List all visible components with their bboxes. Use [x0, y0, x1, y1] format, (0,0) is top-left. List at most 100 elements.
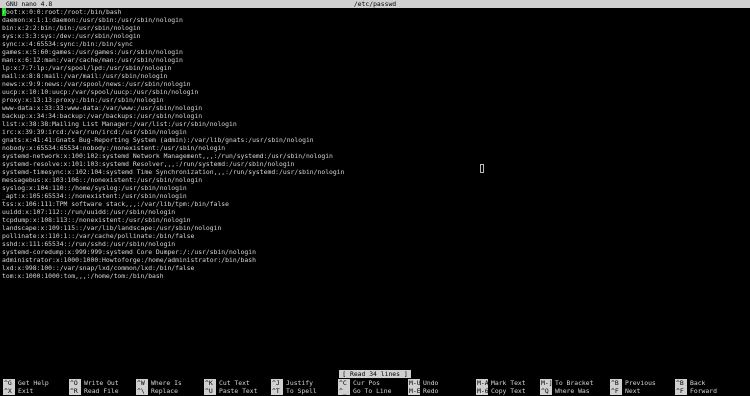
- shortcut-key: ^W: [136, 379, 148, 387]
- shortcut-cut-text[interactable]: ^K Cut Text: [204, 379, 250, 387]
- shortcut-paste-text[interactable]: ^U Paste Text: [204, 387, 257, 395]
- text-line[interactable]: man:x:6:12:man:/var/cache/man:/usr/sbin/…: [2, 56, 748, 64]
- shortcut-label: Where Is: [151, 379, 182, 387]
- text-line[interactable]: tom:x:1000:1000:tom,,,:/home/tom:/bin/ba…: [2, 272, 748, 280]
- editor-text-area[interactable]: root:x:0:0:root:/root:/bin/bash daemon:x…: [2, 8, 748, 280]
- shortcut-label: Forward: [690, 387, 717, 395]
- shortcut-key: M-6: [476, 387, 489, 395]
- ibeam-cursor-icon: [480, 164, 484, 173]
- shortcut-key: M-E: [408, 387, 421, 395]
- shortcut-label: Next: [625, 387, 641, 395]
- shortcut-key: ^X: [3, 387, 15, 395]
- shortcut-justify[interactable]: ^J Justify: [271, 379, 313, 387]
- shortcut-key: ^F: [675, 387, 687, 395]
- shortcut-previous[interactable]: ^B Previous: [610, 379, 656, 387]
- text-line[interactable]: games:x:5:60:games:/usr/games:/usr/sbin/…: [2, 48, 748, 56]
- text-line[interactable]: gnats:x:41:41:Gnats Bug-Reporting System…: [2, 136, 748, 144]
- shortcut-forward[interactable]: ^F Forward: [675, 387, 717, 395]
- shortcut-label: Get Help: [18, 379, 49, 387]
- shortcut-go-to-line[interactable]: ^_ Go To Line: [338, 387, 391, 395]
- shortcut-to-bracket[interactable]: M-] To Bracket: [540, 379, 593, 387]
- shortcut-get-help[interactable]: ^G Get Help: [3, 379, 49, 387]
- shortcut-next[interactable]: ^F Next: [610, 387, 640, 395]
- text-line[interactable]: syslog:x:104:110::/home/syslog:/usr/sbin…: [2, 184, 748, 192]
- shortcut-key: ^B: [610, 379, 622, 387]
- text-line[interactable]: sys:x:3:3:sys:/dev:/usr/sbin/nologin: [2, 32, 748, 40]
- shortcut-key: ^R: [69, 387, 81, 395]
- text-line[interactable]: pollinate:x:110:1::/var/cache/pollinate:…: [2, 232, 748, 240]
- text-line[interactable]: uuidd:x:107:112::/run/uuidd:/usr/sbin/no…: [2, 208, 748, 216]
- shortcut-key: ^_: [338, 387, 350, 395]
- text-line-content: oot:x:0:0:root:/root:/bin/bash: [6, 8, 122, 16]
- shortcut-label: Cut Text: [219, 379, 250, 387]
- shortcut-mark-text[interactable]: M-A Mark Text: [476, 379, 526, 387]
- text-line[interactable]: news:x:9:9:news:/var/spool/news:/usr/sbi…: [2, 80, 748, 88]
- file-name: /etc/passwd: [353, 0, 397, 8]
- text-line[interactable]: lp:x:7:7:lp:/var/spool/lpd:/usr/sbin/nol…: [2, 64, 748, 72]
- text-line[interactable]: systemd-timesync:x:102:104:systemd Time …: [2, 168, 748, 176]
- title-bar: GNU nano 4.8 /etc/passwd: [0, 0, 750, 8]
- text-line[interactable]: _apt:x:105:65534::/nonexistent:/usr/sbin…: [2, 192, 748, 200]
- text-line[interactable]: daemon:x:1:1:daemon:/usr/sbin:/usr/sbin/…: [2, 16, 748, 24]
- shortcut-label: Write Out: [84, 379, 119, 387]
- shortcut-key: ^G: [3, 379, 15, 387]
- text-line[interactable]: irc:x:39:39:ircd:/var/run/ircd:/usr/sbin…: [2, 128, 748, 136]
- shortcut-redo[interactable]: M-E Redo: [408, 387, 438, 395]
- text-line[interactable]: systemd-network:x:100:102:systemd Networ…: [2, 152, 748, 160]
- text-line[interactable]: uucp:x:10:10:uucp:/var/spool/uucp:/usr/s…: [2, 88, 748, 96]
- shortcut-exit[interactable]: ^X Exit: [3, 387, 33, 395]
- text-line[interactable]: administrator:x:1000:1000:Howtoforge:/ho…: [2, 256, 748, 264]
- text-line[interactable]: mail:x:8:8:mail:/var/mail:/usr/sbin/nolo…: [2, 72, 748, 80]
- shortcut-label: Paste Text: [219, 387, 258, 395]
- text-line[interactable]: list:x:38:38:Mailing List Manager:/var/l…: [2, 120, 748, 128]
- shortcut-key: ^J: [271, 379, 283, 387]
- shortcut-to-spell[interactable]: ^T To Spell: [271, 387, 317, 395]
- shortcut-back[interactable]: ^B Back: [675, 379, 705, 387]
- text-line[interactable]: landscape:x:109:115::/var/lib/landscape:…: [2, 224, 748, 232]
- shortcut-replace[interactable]: ^\ Replace: [136, 387, 178, 395]
- status-message: [ Read 34 lines ]: [339, 370, 411, 378]
- shortcut-label: Undo: [423, 379, 439, 387]
- shortcut-where-was[interactable]: ^Q Where Was: [540, 387, 590, 395]
- text-line[interactable]: nobody:x:65534:65534:nobody:/nonexistent…: [2, 144, 748, 152]
- shortcut-copy-text[interactable]: M-6 Copy Text: [476, 387, 526, 395]
- shortcut-read-file[interactable]: ^R Read File: [69, 387, 119, 395]
- shortcut-label: Replace: [151, 387, 178, 395]
- text-line[interactable]: root:x:0:0:root:/root:/bin/bash: [2, 8, 748, 16]
- shortcut-key: M-]: [540, 379, 553, 387]
- shortcut-label: Redo: [423, 387, 439, 395]
- shortcut-key: ^C: [338, 379, 350, 387]
- text-line[interactable]: systemd-coredump:x:999:999:systemd Core …: [2, 248, 748, 256]
- shortcut-key: ^T: [271, 387, 283, 395]
- text-line[interactable]: systemd-resolve:x:101:103:systemd Resolv…: [2, 160, 748, 168]
- shortcut-key: ^K: [204, 379, 216, 387]
- text-line[interactable]: bin:x:2:2:bin:/bin:/usr/sbin/nologin: [2, 24, 748, 32]
- text-line[interactable]: www-data:x:33:33:www-data:/var/www:/usr/…: [2, 104, 748, 112]
- text-line[interactable]: sync:x:4:65534:sync:/bin:/bin/sync: [2, 40, 748, 48]
- shortcut-bar: ^G Get Help ^X Exit ^O Write Out ^R Read File ^W…: [0, 379, 750, 395]
- shortcut-label: Cur Pos: [353, 379, 380, 387]
- shortcut-label: Previous: [625, 379, 656, 387]
- shortcut-label: Mark Text: [491, 379, 526, 387]
- text-line[interactable]: lxd:x:998:100::/var/snap/lxd/common/lxd:…: [2, 264, 748, 272]
- shortcut-label: Copy Text: [491, 387, 526, 395]
- shortcut-cur-pos[interactable]: ^C Cur Pos: [338, 379, 380, 387]
- shortcut-key: ^O: [69, 379, 81, 387]
- status-bar: [ Read 34 lines ]: [0, 370, 750, 378]
- text-line[interactable]: backup:x:34:34:backup:/var/backups:/usr/…: [2, 112, 748, 120]
- text-line[interactable]: tss:x:106:111:TPM software stack,,,:/var…: [2, 200, 748, 208]
- text-line[interactable]: sshd:x:111:65534::/run/sshd:/usr/sbin/no…: [2, 240, 748, 248]
- text-line[interactable]: messagebus:x:103:106::/nonexistent:/usr/…: [2, 176, 748, 184]
- text-line[interactable]: tcpdump:x:108:113::/nonexistent:/usr/sbi…: [2, 216, 748, 224]
- shortcut-label: Exit: [18, 387, 34, 395]
- shortcut-label: Back: [690, 379, 706, 387]
- shortcut-key: ^B: [675, 379, 687, 387]
- shortcut-write-out[interactable]: ^O Write Out: [69, 379, 119, 387]
- text-line[interactable]: proxy:x:13:13:proxy:/bin:/usr/sbin/nolog…: [2, 96, 748, 104]
- shortcut-key: ^\: [136, 387, 148, 395]
- shortcut-undo[interactable]: M-U Undo: [408, 379, 438, 387]
- shortcut-key: ^F: [610, 387, 622, 395]
- shortcut-key: ^Q: [540, 387, 552, 395]
- shortcut-label: Justify: [286, 379, 313, 387]
- shortcut-where-is[interactable]: ^W Where Is: [136, 379, 182, 387]
